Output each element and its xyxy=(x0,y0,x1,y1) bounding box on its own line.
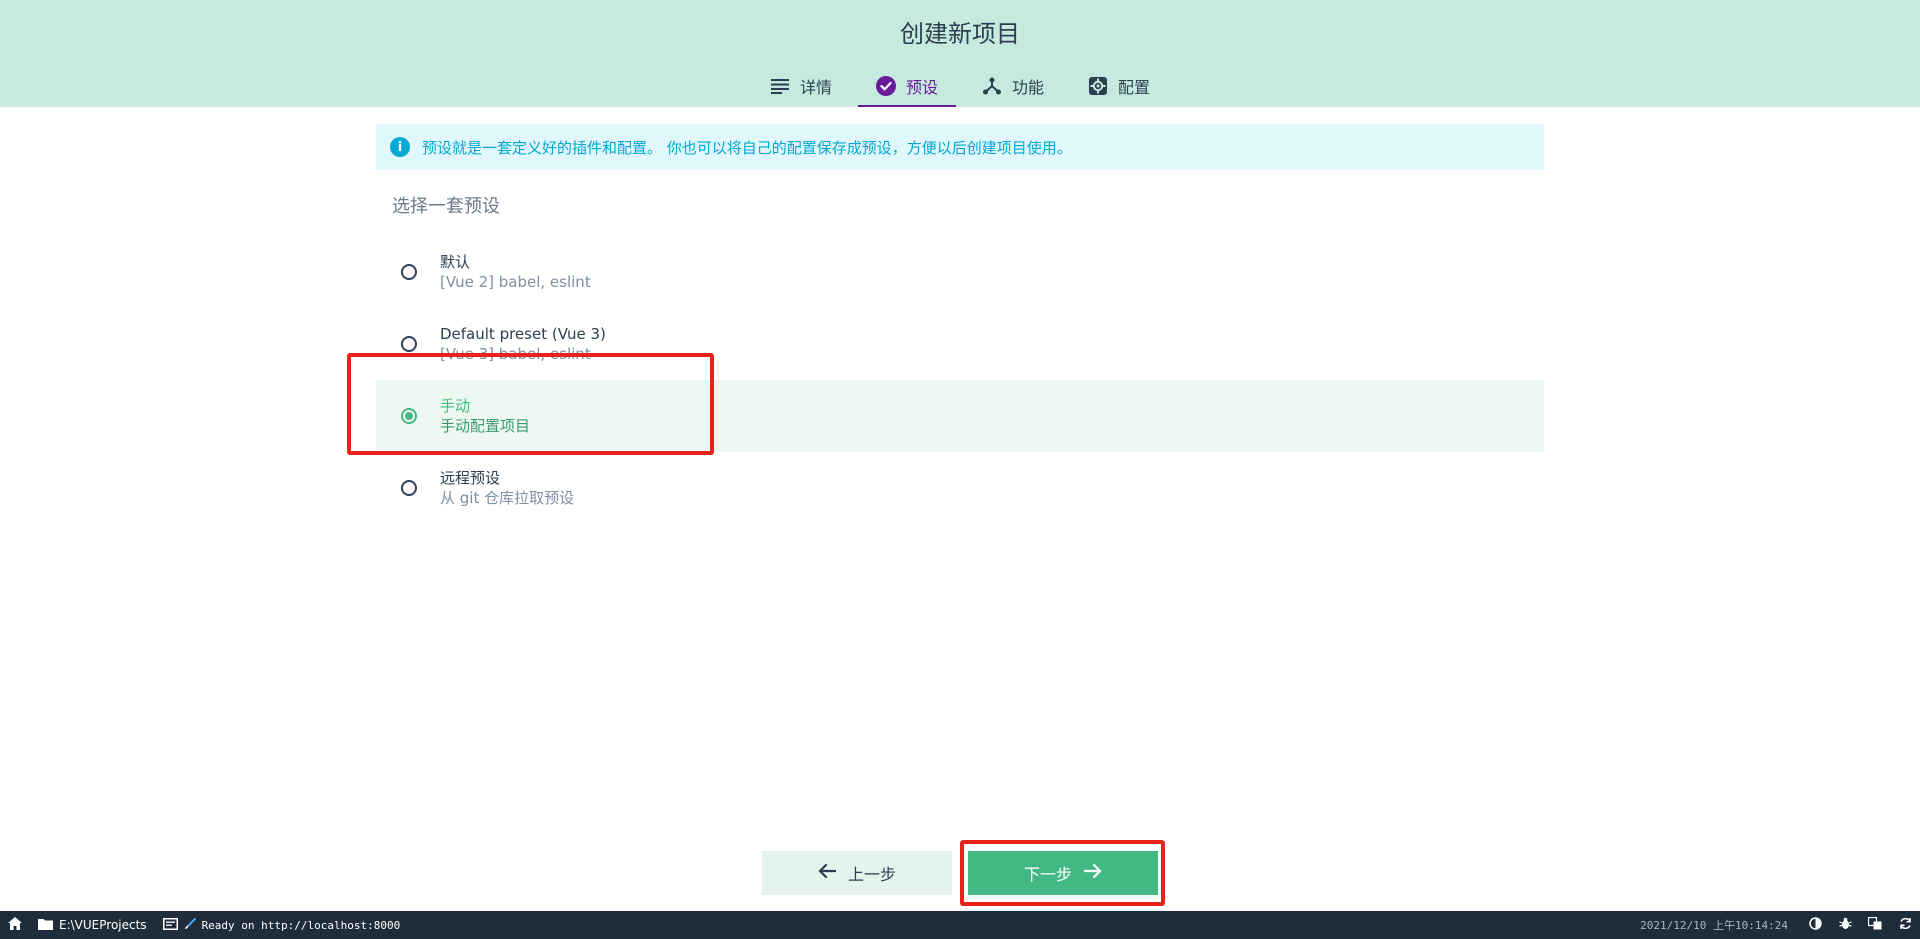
tab-label: 配置 xyxy=(1118,77,1151,97)
preset-list: 默认 [Vue 2] babel, eslint Default preset … xyxy=(376,236,1544,524)
step-tabs: 详情 预设 功能 配置 xyxy=(0,66,1920,107)
brush-icon xyxy=(184,917,196,933)
info-text: 预设就是一套定义好的插件和配置。 你也可以将自己的配置保存成预设，方便以后创建项… xyxy=(422,138,1072,157)
preset-option-default[interactable]: 默认 [Vue 2] babel, eslint xyxy=(376,236,1544,308)
dark-mode-toggle[interactable] xyxy=(1800,911,1830,939)
tab-presets[interactable]: 预设 xyxy=(857,66,956,107)
radio-button[interactable] xyxy=(401,480,417,496)
preset-name: 远程预设 xyxy=(440,469,501,487)
translate-button[interactable] xyxy=(1860,911,1890,939)
log-button[interactable]: Ready on http://localhost:8000 xyxy=(155,911,409,939)
check-circle-icon xyxy=(875,75,896,96)
radio-dot xyxy=(405,412,413,420)
contrast-icon xyxy=(1808,916,1822,934)
page-title: 创建新项目 xyxy=(900,20,1020,48)
tab-features[interactable]: 功能 xyxy=(964,66,1062,107)
folder-path: E:\VUEProjects xyxy=(59,918,147,932)
previous-step-button[interactable]: 上一步 xyxy=(762,851,952,895)
list-icon xyxy=(770,76,790,96)
preset-option-remote[interactable]: 远程预设 从 git 仓库拉取预设 xyxy=(376,452,1544,524)
tab-config[interactable]: 配置 xyxy=(1070,66,1168,107)
preset-name: 默认 xyxy=(440,253,471,271)
preset-description: 手动配置项目 xyxy=(440,417,531,435)
project-folder-button[interactable]: E:\VUEProjects xyxy=(30,911,155,939)
console-icon xyxy=(162,917,178,933)
radio-button[interactable] xyxy=(401,336,417,352)
preset-description: [Vue 3] babel, eslint xyxy=(440,345,591,363)
info-icon: i xyxy=(390,137,410,157)
next-step-label: 下一步 xyxy=(1023,865,1072,884)
status-bar: E:\VUEProjects Ready on http://localhost… xyxy=(0,911,1920,939)
tab-details[interactable]: 详情 xyxy=(752,66,850,107)
arrow-left-icon xyxy=(818,863,837,883)
folder-icon xyxy=(38,918,53,933)
refresh-icon xyxy=(1899,917,1912,934)
radio-button[interactable] xyxy=(401,264,417,280)
preset-text: Default preset (Vue 3) [Vue 3] babel, es… xyxy=(440,324,606,364)
preset-name: Default preset (Vue 3) xyxy=(440,325,606,343)
preset-option-manual[interactable]: 手动 手动配置项目 xyxy=(376,380,1544,452)
previous-step-label: 上一步 xyxy=(847,865,896,884)
tab-label: 详情 xyxy=(799,77,832,97)
preset-text: 手动 手动配置项目 xyxy=(440,396,530,436)
preset-text: 默认 [Vue 2] babel, eslint xyxy=(440,252,591,292)
bug-report-button[interactable] xyxy=(1830,911,1860,939)
bug-icon xyxy=(1838,917,1852,934)
preset-text: 远程预设 从 git 仓库拉取预设 xyxy=(440,468,574,508)
fork-icon xyxy=(982,76,1002,96)
home-button[interactable] xyxy=(0,911,30,939)
tab-label: 预设 xyxy=(905,77,938,97)
info-banner: i 预设就是一套定义好的插件和配置。 你也可以将自己的配置保存成预设，方便以后创… xyxy=(376,124,1544,170)
refresh-button[interactable] xyxy=(1890,911,1920,939)
next-step-button[interactable]: 下一步 xyxy=(968,851,1158,895)
preset-description: 从 git 仓库拉取预设 xyxy=(440,489,575,507)
section-title: 选择一套预设 xyxy=(392,196,500,217)
status-bar-right: 2021/12/10 上午10:14:24 xyxy=(1628,911,1920,939)
clock: 2021/12/10 上午10:14:24 xyxy=(1640,919,1788,932)
preset-option-vue3[interactable]: Default preset (Vue 3) [Vue 3] babel, es… xyxy=(376,308,1544,380)
preset-description: [Vue 2] babel, eslint xyxy=(440,273,591,291)
radio-button-checked[interactable] xyxy=(401,408,417,424)
header: 创建新项目 详情 预设 功能 配置 xyxy=(0,0,1920,107)
home-icon xyxy=(8,917,22,933)
tab-label: 功能 xyxy=(1012,77,1045,97)
arrow-right-icon xyxy=(1083,863,1102,883)
server-status: Ready on http://localhost:8000 xyxy=(201,918,401,932)
gear-icon xyxy=(1088,76,1108,96)
translate-icon xyxy=(1867,916,1882,934)
main-content: i 预设就是一套定义好的插件和配置。 你也可以将自己的配置保存成预设，方便以后创… xyxy=(376,124,1544,524)
preset-name: 手动 xyxy=(440,397,471,415)
